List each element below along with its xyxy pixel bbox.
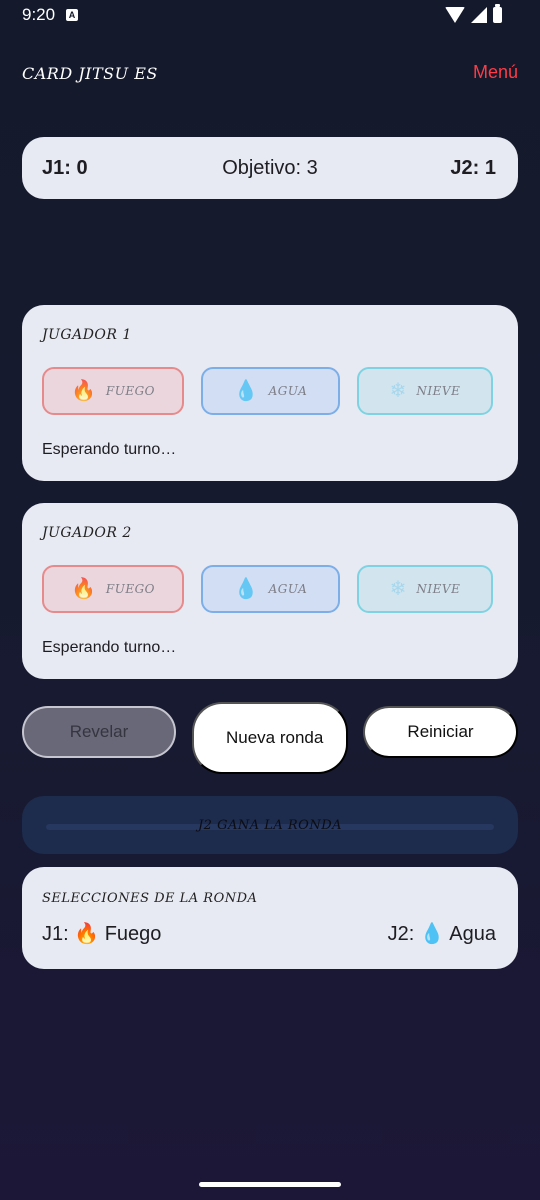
element-label: Fuego: [105, 582, 156, 596]
home-indicator[interactable]: [199, 1182, 341, 1187]
fire-icon: 🔥: [74, 923, 100, 945]
player1-status: Esperando turno…: [42, 441, 177, 458]
player2-water-button[interactable]: 💧 Agua: [201, 565, 340, 613]
fire-icon: 🔥: [70, 578, 96, 600]
water-drop-icon: 💧: [233, 578, 259, 600]
player2-selection-choice: Agua: [449, 923, 496, 945]
battery-icon: [493, 4, 502, 23]
signal-icon: [471, 7, 487, 23]
element-label: Nieve: [416, 582, 461, 596]
player1-selection-choice: Fuego: [104, 923, 162, 945]
fire-icon: 🔥: [70, 380, 96, 402]
water-drop-icon: 💧: [419, 923, 445, 945]
player2-title: Jugador 2: [42, 525, 132, 541]
player1-title: Jugador 1: [42, 327, 132, 343]
player2-status: Esperando turno…: [42, 639, 177, 656]
element-label: Nieve: [416, 384, 461, 398]
reveal-button[interactable]: Revelar: [22, 706, 176, 758]
score-card: J1: 0 Objetivo: 3 J2: 1: [22, 137, 518, 199]
player2-selection-prefix: J2:: [387, 923, 415, 945]
app-bar: Card Jitsu ES Menú: [22, 62, 518, 88]
snowflake-icon: ❄: [389, 380, 407, 402]
menu-button[interactable]: Menú: [473, 62, 518, 83]
player2-score: J2: 1: [450, 157, 496, 179]
player1-selection: J1: 🔥 Fuego: [42, 921, 161, 946]
player1-selection-prefix: J1:: [42, 923, 69, 945]
player1-card: Jugador 1 🔥 Fuego 💧 Agua ❄ Nieve Esperan…: [22, 305, 518, 481]
player1-fire-button[interactable]: 🔥 Fuego: [42, 367, 184, 415]
reset-button[interactable]: Reiniciar: [363, 706, 518, 758]
player2-selection: J2: 💧 Agua: [388, 921, 496, 946]
element-label: Fuego: [105, 384, 156, 398]
player2-card: Jugador 2 🔥 Fuego 💧 Agua ❄ Nieve Esperan…: [22, 503, 518, 679]
action-buttons: Revelar Nueva ronda Reiniciar: [22, 702, 518, 774]
element-label: Agua: [268, 384, 308, 398]
round-result-text: J2 gana la ronda: [197, 818, 343, 833]
water-drop-icon: 💧: [233, 380, 259, 402]
round-selections-card: Selecciones de la ronda J1: 🔥 Fuego J2: …: [22, 867, 518, 969]
app-title: Card Jitsu ES: [22, 64, 158, 83]
element-label: Agua: [268, 582, 308, 596]
round-result-banner: J2 gana la ronda: [22, 796, 518, 854]
selections-title: Selecciones de la ronda: [42, 891, 258, 906]
new-round-button[interactable]: Nueva ronda: [192, 702, 348, 774]
objective-label: Objetivo: 3: [222, 157, 318, 179]
player1-water-button[interactable]: 💧 Agua: [201, 367, 340, 415]
a-icon: A: [66, 9, 78, 21]
status-bar: 9:20 A: [0, 0, 540, 32]
player2-snow-button[interactable]: ❄ Nieve: [357, 565, 493, 613]
snowflake-icon: ❄: [389, 578, 407, 600]
wifi-icon: [445, 7, 465, 23]
player2-fire-button[interactable]: 🔥 Fuego: [42, 565, 184, 613]
status-icons: [445, 4, 502, 23]
status-time: 9:20: [22, 5, 56, 24]
player1-snow-button[interactable]: ❄ Nieve: [357, 367, 493, 415]
